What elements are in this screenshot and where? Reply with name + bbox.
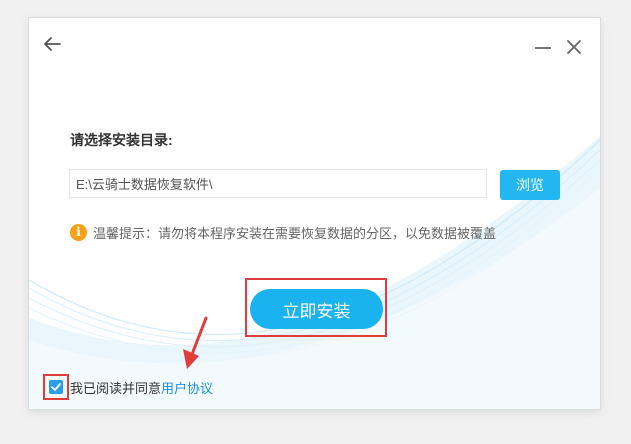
agreement-row: 我已阅读并同意用户协议 [70, 378, 213, 397]
installer-window: 请选择安装目录: 浏览 i 温馨提示：请勿将本程序安装在需要恢复数据的分区，以免… [29, 18, 600, 409]
check-icon [51, 383, 61, 391]
agree-text: 我已阅读并同意 [70, 381, 162, 396]
close-icon[interactable] [565, 38, 583, 61]
install-directory-label: 请选择安装目录: [70, 132, 173, 148]
arrow-left-icon[interactable] [43, 36, 61, 57]
minimize-icon[interactable] [533, 38, 553, 63]
agree-checkbox[interactable] [49, 380, 63, 394]
user-agreement-link[interactable]: 用户协议 [161, 381, 213, 396]
install-path-input[interactable] [69, 169, 487, 198]
browse-button[interactable]: 浏览 [500, 170, 560, 200]
install-now-button[interactable]: 立即安装 [250, 289, 383, 329]
wave-background [29, 136, 600, 409]
info-icon: i [70, 223, 87, 241]
tip-row: i 温馨提示：请勿将本程序安装在需要恢复数据的分区，以免数据被覆盖 [70, 223, 496, 241]
tip-text: 温馨提示：请勿将本程序安装在需要恢复数据的分区，以免数据被覆盖 [93, 225, 497, 241]
red-arrow-icon [183, 316, 208, 369]
